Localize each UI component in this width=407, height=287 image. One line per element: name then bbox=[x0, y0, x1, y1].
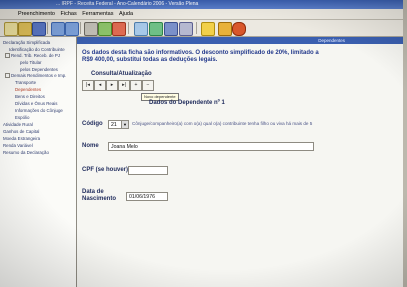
sidebar-item-declaracao[interactable]: Declaração Simplificada bbox=[3, 40, 50, 45]
import-icon[interactable] bbox=[134, 22, 148, 36]
nome-field[interactable]: Joana Melo bbox=[108, 142, 314, 151]
sidebar-item-identificacao[interactable]: Identificação do Contribuinte bbox=[9, 47, 65, 52]
toolbar bbox=[0, 20, 407, 37]
section-title: Consulta/Atualização bbox=[91, 71, 152, 77]
sidebar-item-label: Espólio bbox=[15, 115, 30, 120]
cpf-field[interactable] bbox=[128, 166, 168, 175]
nascimento-value: 01/06/1976 bbox=[129, 194, 155, 200]
delete-record-button[interactable]: − bbox=[142, 80, 154, 91]
menu-bar: Preenchimento Fichas Ferramentas Ajuda bbox=[0, 9, 407, 20]
dependent-title: Dados do Dependente nº 1 bbox=[149, 100, 225, 106]
save-icon[interactable] bbox=[32, 22, 46, 36]
menu-preenchimento[interactable]: Preenchimento bbox=[18, 11, 55, 17]
search-icon[interactable] bbox=[164, 22, 178, 36]
nascimento-label-2: Nascimento bbox=[82, 196, 117, 202]
sidebar-item-espolio[interactable]: Espólio bbox=[15, 115, 29, 120]
info-text: Os dados desta ficha são informativos. O… bbox=[82, 50, 332, 64]
help-icon[interactable] bbox=[201, 22, 215, 36]
nascimento-field[interactable]: 01/06/1976 bbox=[126, 192, 168, 201]
new-icon[interactable] bbox=[4, 22, 18, 36]
sidebar-item-label: Dívidas e Ônus Reais bbox=[15, 101, 58, 106]
nome-label: Nome bbox=[82, 143, 99, 149]
next-record-button[interactable]: ▸ bbox=[106, 80, 118, 91]
codigo-label: Código bbox=[82, 121, 103, 127]
sidebar-item-renda-variavel[interactable]: Renda Variável bbox=[3, 143, 33, 148]
sidebar-item-conjuge[interactable]: Informações do Cônjuge bbox=[15, 108, 63, 113]
sidebar-item-label: Atividade Rural bbox=[3, 122, 33, 127]
sidebar-item-label: Ganhos de Capital bbox=[3, 129, 40, 134]
sidebar-item-label: Moeda Estrangeira bbox=[3, 136, 41, 141]
export-icon[interactable] bbox=[149, 22, 163, 36]
cpf-label: CPF (se houver) bbox=[82, 167, 129, 173]
menu-fichas[interactable]: Fichas bbox=[61, 11, 77, 17]
sidebar-item-label: Transporte bbox=[15, 80, 37, 85]
panel-title: Dependentes bbox=[318, 38, 345, 43]
screen: ... IRPF - Receita Federal - Ano-Calendá… bbox=[0, 0, 407, 287]
sidebar-item-label: Renda Variável bbox=[3, 143, 33, 148]
codigo-select[interactable]: 21 ▼ bbox=[108, 120, 129, 129]
sidebar-item-atividade-rural[interactable]: Atividade Rural bbox=[3, 122, 33, 127]
forward-icon[interactable] bbox=[65, 22, 79, 36]
codigo-value: 21 bbox=[111, 122, 117, 128]
last-record-button[interactable]: ▸| bbox=[118, 80, 130, 91]
sidebar-item-ganhos[interactable]: Ganhos de Capital bbox=[3, 129, 39, 134]
sidebar-item-label: Resumo da Declaração bbox=[3, 150, 49, 155]
tax-icon-2[interactable] bbox=[232, 22, 246, 36]
back-icon[interactable] bbox=[51, 22, 65, 36]
info-line-1: Os dados desta ficha são informativos. O… bbox=[82, 50, 319, 56]
menu-ferramentas[interactable]: Ferramentas bbox=[82, 11, 113, 17]
sidebar-item-label: pelo Titular bbox=[20, 60, 42, 65]
sidebar-item-label: Demais Rendimentos e Imp. bbox=[11, 73, 67, 78]
sidebar-item-dependentes[interactable]: Dependentes bbox=[15, 87, 41, 92]
sidebar-item-pelos-dependentes[interactable]: pelos Dependentes bbox=[20, 67, 58, 72]
check-icon[interactable] bbox=[98, 22, 112, 36]
main-panel: Dependentes Os dados desta ficha são inf… bbox=[77, 37, 407, 287]
sidebar-item-label: Informações do Cônjuge bbox=[15, 108, 63, 113]
prev-record-button[interactable]: ◂ bbox=[94, 80, 106, 91]
expand-icon[interactable] bbox=[5, 53, 10, 59]
info-icon[interactable] bbox=[179, 22, 193, 36]
chevron-down-icon[interactable]: ▼ bbox=[121, 121, 128, 128]
tax-icon[interactable] bbox=[218, 22, 232, 36]
screen-bezel bbox=[403, 0, 407, 287]
sidebar-item-dividas[interactable]: Dívidas e Ônus Reais bbox=[15, 101, 57, 106]
nascimento-label-1: Data de bbox=[82, 189, 104, 195]
sidebar-item-bens[interactable]: Bens e Direitos bbox=[15, 94, 45, 99]
sidebar-item-moeda[interactable]: Moeda Estrangeira bbox=[3, 136, 40, 141]
toolbar-separator bbox=[128, 22, 129, 34]
sidebar-item-pelo-titular[interactable]: pelo Titular bbox=[20, 60, 41, 65]
sidebar-item-transporte[interactable]: Transporte bbox=[15, 80, 36, 85]
title-bar: ... IRPF - Receita Federal - Ano-Calendá… bbox=[0, 0, 407, 9]
toolbar-separator bbox=[80, 22, 81, 34]
toolbar-separator bbox=[47, 22, 48, 34]
menu-ajuda[interactable]: Ajuda bbox=[119, 11, 133, 17]
expand-icon[interactable] bbox=[5, 73, 10, 79]
window-title: ... IRPF - Receita Federal - Ano-Calendá… bbox=[56, 1, 199, 7]
add-record-button[interactable]: + bbox=[130, 80, 142, 91]
print-icon[interactable] bbox=[84, 22, 98, 36]
codigo-description: Cônjuge/companheiro(a) com o(a) qual o(a… bbox=[132, 121, 313, 126]
sidebar-item-label: Bens e Direitos bbox=[15, 94, 45, 99]
sidebar-item-label: Rend. Trib. Receb. de PJ bbox=[11, 53, 61, 58]
sidebar: Declaração Simplificada Identificação do… bbox=[0, 37, 77, 287]
calc-icon[interactable] bbox=[112, 22, 126, 36]
toolbar-separator bbox=[196, 22, 197, 34]
info-line-2: R$9 400,00, substitui todas as deduções … bbox=[82, 57, 218, 63]
sidebar-item-demais[interactable]: Demais Rendimentos e Imp. bbox=[5, 73, 67, 79]
first-record-button[interactable]: |◂ bbox=[82, 80, 94, 91]
sidebar-item-label: Identificação do Contribuinte bbox=[9, 47, 65, 52]
nome-value: Joana Melo bbox=[111, 144, 138, 150]
panel-header: Dependentes bbox=[77, 37, 407, 44]
sidebar-item-resumo[interactable]: Resumo da Declaração bbox=[3, 150, 49, 155]
open-icon[interactable] bbox=[18, 22, 32, 36]
sidebar-item-label: pelos Dependentes bbox=[20, 67, 58, 72]
sidebar-item-label: Declaração Simplificada bbox=[3, 40, 51, 45]
sidebar-item-label: Dependentes bbox=[15, 87, 42, 92]
sidebar-item-rend-trib[interactable]: Rend. Trib. Receb. de PJ bbox=[5, 53, 61, 59]
